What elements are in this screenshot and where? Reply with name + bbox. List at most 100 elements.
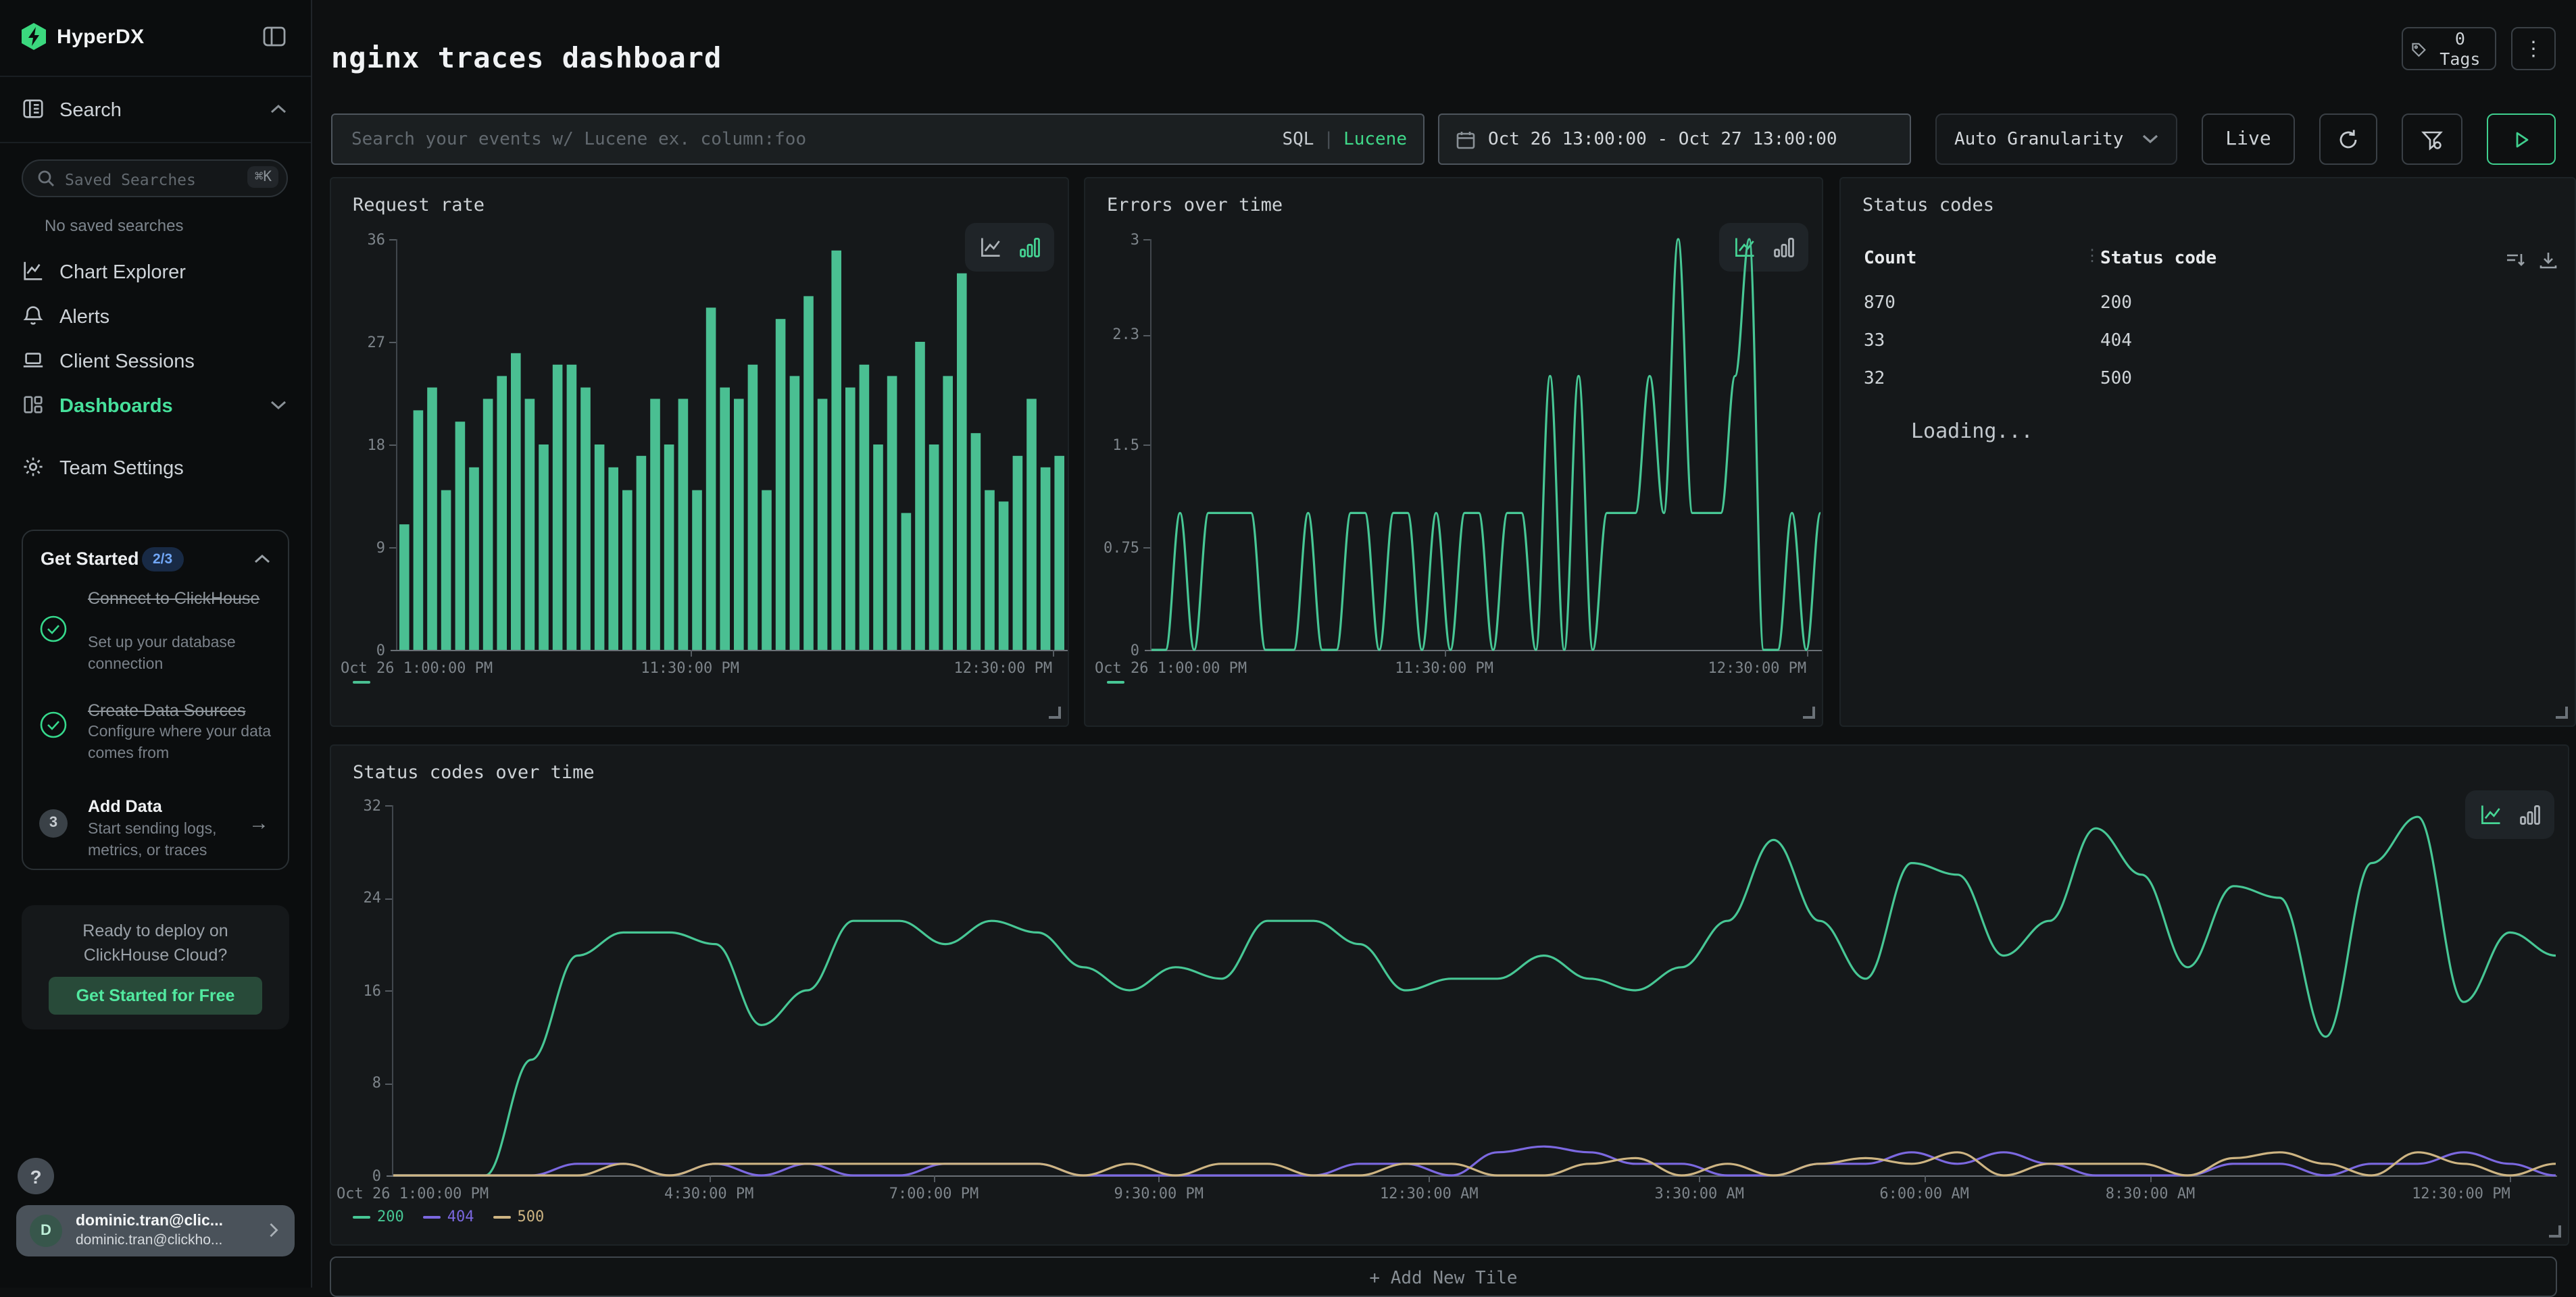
- live-button[interactable]: Live: [2202, 113, 2295, 165]
- sidebar-item-search[interactable]: Search: [0, 76, 311, 143]
- panel-request-rate: Request rate 09182736Oct 26 1:00:00 PM11…: [330, 177, 1069, 727]
- sidebar-collapse-icon[interactable]: [262, 24, 287, 49]
- panel-title: Status codes: [1862, 195, 1994, 216]
- panel-status-codes: Status codes Count ⋮ Status code 870 200…: [1839, 177, 2576, 727]
- run-query-button[interactable]: [2487, 113, 2556, 165]
- column-drag-handle[interactable]: ⋮: [2084, 246, 2100, 265]
- lucene-mode-label[interactable]: Lucene: [1343, 129, 1407, 149]
- search-icon: [36, 169, 55, 188]
- legend-item[interactable]: 404: [423, 1208, 474, 1225]
- table-column-header[interactable]: Status code: [2100, 249, 2216, 269]
- panel-resize-handle[interactable]: [1049, 707, 1061, 719]
- sidebar-item-client-sessions[interactable]: Client Sessions: [0, 340, 311, 381]
- chevron-right-icon: [266, 1223, 281, 1238]
- get-started-progress-badge: 2/3: [142, 547, 183, 571]
- saved-searches-input[interactable]: Saved Searches ⌘K: [22, 159, 288, 197]
- add-new-tile-button[interactable]: + Add New Tile: [330, 1256, 2557, 1297]
- panel-resize-handle[interactable]: [2556, 707, 2568, 719]
- line-chart-plot: [1151, 239, 1820, 650]
- calendar-icon: [1456, 129, 1476, 149]
- chevron-up-icon[interactable]: [254, 551, 270, 567]
- chevron-down-icon: [270, 400, 287, 411]
- legend-item[interactable]: 500: [493, 1208, 545, 1225]
- filter-icon: [2421, 128, 2444, 151]
- x-axis-tick: 11:30:00 PM: [641, 659, 739, 677]
- no-saved-searches-note: No saved searches: [45, 216, 183, 235]
- x-axis-tick: 11:30:00 PM: [1395, 659, 1493, 677]
- sort-rows-icon[interactable]: [2504, 250, 2525, 270]
- mode-divider: |: [1323, 129, 1334, 149]
- arrow-right-icon[interactable]: →: [249, 812, 269, 835]
- sidebar-item-team-settings[interactable]: Team Settings: [0, 447, 311, 488]
- y-axis-tick: 0: [331, 641, 385, 659]
- panel-status-codes-over-time: Status codes over time 200404500 0816243…: [330, 744, 2569, 1246]
- tags-button-label: 0 Tags: [2433, 28, 2487, 69]
- legend-item[interactable]: 200: [353, 1208, 404, 1225]
- get-started-free-button[interactable]: Get Started for Free: [49, 977, 262, 1015]
- more-options-button[interactable]: ⋮: [2511, 27, 2556, 70]
- tags-button[interactable]: 0 Tags: [2402, 27, 2496, 70]
- refresh-icon: [2337, 128, 2360, 151]
- sidebar-item-chart-explorer[interactable]: Chart Explorer: [0, 251, 311, 292]
- page-title: nginx traces dashboard: [331, 42, 722, 74]
- filter-button[interactable]: [2402, 113, 2462, 165]
- legend-label: 200: [377, 1208, 404, 1225]
- x-axis-tick: 9:30:00 PM: [1114, 1185, 1204, 1202]
- table-cell-count: 32: [1864, 369, 1885, 389]
- bell-icon: [22, 304, 45, 327]
- sidebar-item-label: Chart Explorer: [59, 262, 186, 284]
- table-cell-code: 200: [2100, 293, 2132, 313]
- chevron-up-icon: [270, 104, 287, 115]
- y-axis-tick: 27: [331, 333, 385, 351]
- hyperdx-logo-icon: [19, 22, 49, 51]
- kebab-icon: ⋮: [2523, 36, 2544, 61]
- y-axis-tick: 0: [1085, 641, 1139, 659]
- y-axis-tick: 1.5: [1085, 436, 1139, 453]
- user-name: dominic.tran@clic...: [76, 1213, 223, 1229]
- get-started-title: Get Started: [41, 549, 139, 569]
- legend-dash-icon: [423, 1215, 441, 1218]
- brand-name: HyperDX: [57, 26, 145, 49]
- panel-title: Request rate: [353, 195, 485, 216]
- chart-legend: 200 404 500: [353, 1208, 544, 1225]
- x-axis-tick: 8:30:00 AM: [2106, 1185, 2195, 1202]
- dashboard-grid-icon: [22, 393, 45, 416]
- sidebar-item-alerts[interactable]: Alerts: [0, 296, 311, 336]
- event-search-input[interactable]: [349, 128, 1282, 151]
- bar-chart-plot: [397, 239, 1066, 650]
- line-chart-plot: [393, 805, 2556, 1175]
- x-axis-tick: 12:30:00 AM: [1380, 1185, 1479, 1202]
- panel-resize-handle[interactable]: [1803, 707, 1815, 719]
- cloud-promo-card: Ready to deploy on ClickHouse Cloud? Get…: [22, 905, 289, 1029]
- panel-resize-handle[interactable]: [2549, 1225, 2561, 1238]
- get-started-step-title[interactable]: Add Data: [88, 796, 272, 817]
- y-axis-tick: 24: [331, 889, 381, 907]
- user-account-button[interactable]: D dominic.tran@clic... dominic.tran@clic…: [16, 1205, 295, 1256]
- loading-indicator: Loading...: [1911, 419, 2033, 443]
- legend-item[interactable]: [1107, 681, 1124, 684]
- y-axis-tick: 0: [331, 1167, 381, 1184]
- granularity-select[interactable]: Auto Granularity: [1935, 113, 2177, 165]
- event-search-box: SQL | Lucene: [331, 113, 1425, 165]
- date-range-input[interactable]: Oct 26 13:00:00 - Oct 27 13:00:00: [1438, 113, 1911, 165]
- refresh-button[interactable]: [2319, 113, 2377, 165]
- chart-line-icon: [22, 259, 45, 282]
- table-column-header[interactable]: Count: [1864, 249, 1916, 269]
- sidebar-item-dashboards[interactable]: Dashboards: [0, 385, 311, 426]
- y-axis-tick: 3: [1085, 230, 1139, 248]
- get-started-step-title[interactable]: Connect to ClickHouse: [88, 588, 272, 609]
- help-button[interactable]: ?: [18, 1158, 54, 1194]
- sql-mode-label[interactable]: SQL: [1282, 129, 1314, 149]
- panel-errors-over-time: Errors over time 00.751.52.33Oct 26 1:00…: [1084, 177, 1823, 727]
- y-axis-tick: 0.75: [1085, 538, 1139, 556]
- get-started-step-title[interactable]: Create Data Sources: [88, 700, 272, 721]
- table-cell-code: 404: [2100, 331, 2132, 351]
- download-icon[interactable]: [2538, 250, 2558, 270]
- x-axis-tick: Oct 26 1:00:00 PM: [341, 659, 493, 677]
- x-axis-tick: Oct 26 1:00:00 PM: [337, 1185, 489, 1202]
- table-cell-count: 870: [1864, 293, 1896, 313]
- y-axis-tick: 16: [331, 982, 381, 999]
- legend-item[interactable]: [353, 681, 370, 684]
- sidebar: HyperDX Search Saved Searches ⌘K No save…: [0, 0, 312, 1288]
- sidebar-item-label: Alerts: [59, 307, 109, 328]
